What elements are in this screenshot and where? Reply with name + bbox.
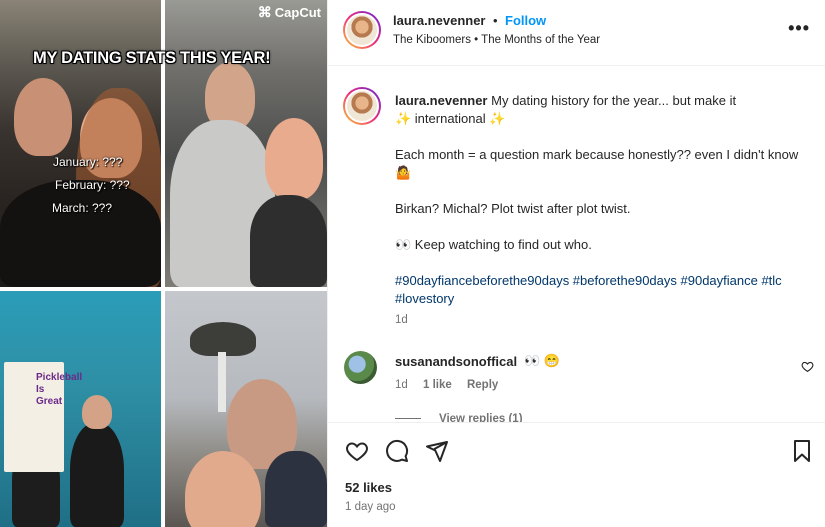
capcut-logo-icon: ⌘ xyxy=(257,4,272,20)
sign-text-great: Great xyxy=(36,396,63,407)
comment-timestamp: 1d xyxy=(395,379,408,391)
capcut-watermark: ⌘ CapCut xyxy=(258,4,321,21)
follow-button[interactable]: Follow xyxy=(505,13,546,28)
commenter-avatar[interactable] xyxy=(344,351,377,384)
heart-icon[interactable] xyxy=(345,439,369,463)
photo-clothing xyxy=(0,180,161,287)
sign-text-pickleball: Pickleball xyxy=(36,372,83,383)
photo-tree-trunk xyxy=(218,352,226,412)
caption-line-1: My dating history for the year... but ma… xyxy=(491,93,737,108)
media-overlay-title: MY DATING STATS THIS YEAR! xyxy=(33,49,271,67)
view-replies-label: View replies (1) xyxy=(439,413,523,422)
photo-face-man xyxy=(14,78,72,156)
like-count[interactable]: 52 likes xyxy=(345,480,392,495)
photo-jacket xyxy=(250,195,327,287)
post-details-panel: laura.nevenner • Follow The Kiboomers • … xyxy=(327,0,825,527)
caption-timestamp: 1d xyxy=(395,314,408,326)
comment-icon[interactable] xyxy=(385,439,409,463)
post-media[interactable]: January: ??? February: ??? March: ??? ⌘ … xyxy=(0,0,327,527)
caption-paragraph-2: Each month = a question mark because hon… xyxy=(395,147,799,180)
capcut-label: CapCut xyxy=(274,5,321,20)
caption-author-avatar[interactable] xyxy=(343,87,381,125)
photo-tree-sculpture xyxy=(190,322,256,356)
photo-face-man xyxy=(82,395,112,429)
comment-like-count[interactable]: 1 like xyxy=(423,379,452,391)
month-line-march: March: ??? xyxy=(52,201,113,215)
comment-meta: 1d 1 like Reply xyxy=(395,379,510,391)
photo-person-man xyxy=(70,423,124,527)
comment-text: 👀 😁 xyxy=(524,353,560,368)
post-caption: laura.nevenner My dating history for the… xyxy=(395,92,810,326)
month-line-january: January: ??? xyxy=(53,155,123,169)
author-username[interactable]: laura.nevenner xyxy=(393,13,486,28)
caption-paragraph-4: 👀 Keep watching to find out who. xyxy=(395,237,592,252)
caption-hashtags[interactable]: #90dayfiancebeforethe90days #beforethe90… xyxy=(395,272,810,308)
post-actions: 52 likes 1 day ago xyxy=(328,422,825,527)
caption-username[interactable]: laura.nevenner xyxy=(395,93,488,108)
sign-text-is: Is xyxy=(36,384,45,395)
caption-avatar-image xyxy=(345,89,379,123)
comment-like-heart-icon[interactable] xyxy=(801,360,814,373)
view-replies-button[interactable]: View replies (1) xyxy=(395,413,523,422)
commenter-username[interactable]: susanandsonoffical xyxy=(395,354,517,369)
header-separator: • xyxy=(493,13,498,28)
caption-paragraph-3: Birkan? Michal? Plot twist after plot tw… xyxy=(395,201,631,216)
photo-face-woman xyxy=(265,118,323,200)
author-avatar[interactable] xyxy=(343,11,381,49)
post-header: laura.nevenner • Follow The Kiboomers • … xyxy=(328,0,825,66)
media-tile-car-selfie: ⌘ CapCut xyxy=(165,0,327,287)
audio-attribution[interactable]: The Kiboomers • The Months of the Year xyxy=(393,34,600,46)
caption-line-1b: ✨ international ✨ xyxy=(395,111,506,126)
more-options-icon[interactable]: ••• xyxy=(788,18,810,39)
comment-reply-button[interactable]: Reply xyxy=(467,379,498,391)
post-date[interactable]: 1 day ago xyxy=(345,501,396,513)
share-icon[interactable] xyxy=(425,439,449,463)
bookmark-icon[interactable] xyxy=(790,439,814,463)
month-line-february: February: ??? xyxy=(55,178,130,192)
media-tile-selfie-couple: January: ??? February: ??? March: ??? xyxy=(0,0,161,287)
photo-shirt xyxy=(265,451,327,527)
author-avatar-image xyxy=(345,13,379,47)
